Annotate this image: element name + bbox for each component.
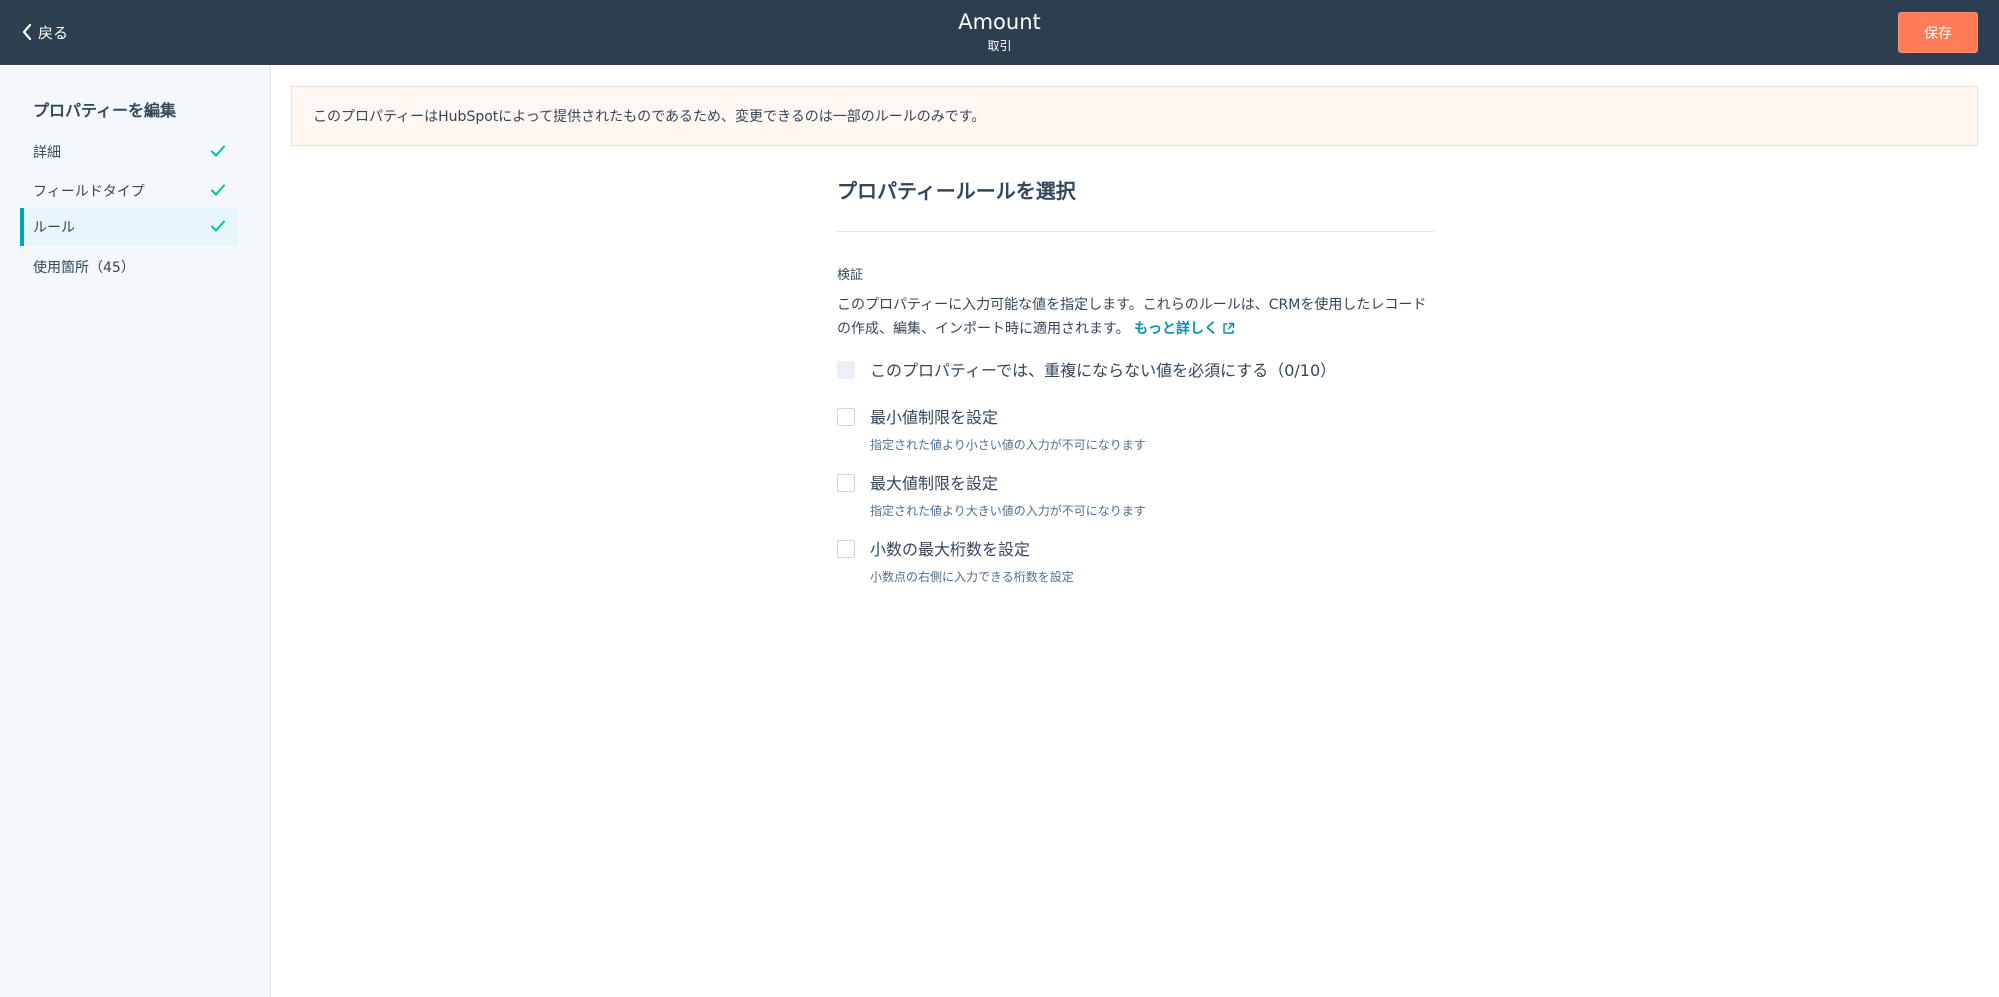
sidebar-item-label: ルール [33, 220, 75, 236]
sidebar-item-rules[interactable]: ルール [20, 208, 238, 246]
banner-text: このプロパティーはHubSpotによって提供されたものであるため、変更できるのは… [313, 109, 986, 125]
rules-panel: プロパティールールを選択 検証 このプロパティーに入力可能な値を指定します。これ… [837, 177, 1434, 585]
option-help: 指定された値より大きい値の入力が不可になります [870, 504, 1146, 518]
sidebar: プロパティーを編集 詳細 フィールドタイプ ルール 使用箇所（45） [0, 65, 271, 997]
header-title-group: Amount 取引 [0, 8, 1999, 54]
option-label: 小数の最大桁数を設定 [870, 540, 1031, 559]
sidebar-item-label: 詳細 [33, 145, 61, 161]
option-help: 小数点の右側に入力できる桁数を設定 [870, 570, 1074, 584]
min-value-option[interactable]: 最小値制限を設定 指定された値より小さい値の入力が不可になります [837, 406, 1434, 453]
save-button[interactable]: 保存 [1898, 12, 1978, 53]
section-title: プロパティールールを選択 [837, 179, 1076, 203]
option-label: 最小値制限を設定 [870, 408, 999, 427]
option-label: 最大値制限を設定 [870, 474, 999, 493]
learn-more-link[interactable]: もっと詳しく [1134, 321, 1235, 337]
main-content: このプロパティーはHubSpotによって提供されたものであるため、変更できるのは… [271, 65, 1999, 997]
page-subtitle: 取引 [987, 39, 1012, 53]
unique-value-checkbox [837, 361, 855, 379]
checkmark-icon [211, 145, 225, 157]
page-title: Amount [958, 10, 1041, 34]
unique-value-option: このプロパティーでは、重複にならない値を必須にする（0/10） [837, 359, 1434, 383]
sidebar-item-usage[interactable]: 使用箇所（45） [20, 248, 238, 286]
min-value-checkbox[interactable] [837, 408, 855, 426]
external-link-icon [1223, 322, 1235, 334]
sidebar-item-label: フィールドタイプ [33, 184, 145, 200]
option-label: このプロパティーでは、重複にならない値を必須にする（0/10） [870, 361, 1337, 380]
learn-more-label: もっと詳しく [1134, 321, 1219, 337]
checkmark-icon [211, 184, 225, 196]
sidebar-item-details[interactable]: 詳細 [20, 133, 238, 171]
sidebar-heading: プロパティーを編集 [33, 101, 177, 120]
checkmark-icon [211, 220, 225, 232]
validation-description: このプロパティーに入力可能な値を指定します。これらのルールは、CRMを使用したレ… [837, 293, 1434, 341]
max-value-option[interactable]: 最大値制限を設定 指定された値より大きい値の入力が不可になります [837, 472, 1434, 519]
top-bar: 戻る Amount 取引 保存 [0, 0, 1999, 65]
info-banner: このプロパティーはHubSpotによって提供されたものであるため、変更できるのは… [291, 86, 1978, 146]
validation-description-text: このプロパティーに入力可能な値を指定します。これらのルールは、CRMを使用したレ… [837, 297, 1427, 337]
decimal-places-option[interactable]: 小数の最大桁数を設定 小数点の右側に入力できる桁数を設定 [837, 538, 1434, 585]
sidebar-item-field-type[interactable]: フィールドタイプ [20, 172, 238, 210]
option-help: 指定された値より小さい値の入力が不可になります [870, 438, 1146, 452]
validation-label: 検証 [837, 268, 864, 283]
decimal-places-checkbox[interactable] [837, 540, 855, 558]
max-value-checkbox[interactable] [837, 474, 855, 492]
divider [837, 231, 1434, 232]
sidebar-item-label: 使用箇所（45） [33, 260, 135, 276]
